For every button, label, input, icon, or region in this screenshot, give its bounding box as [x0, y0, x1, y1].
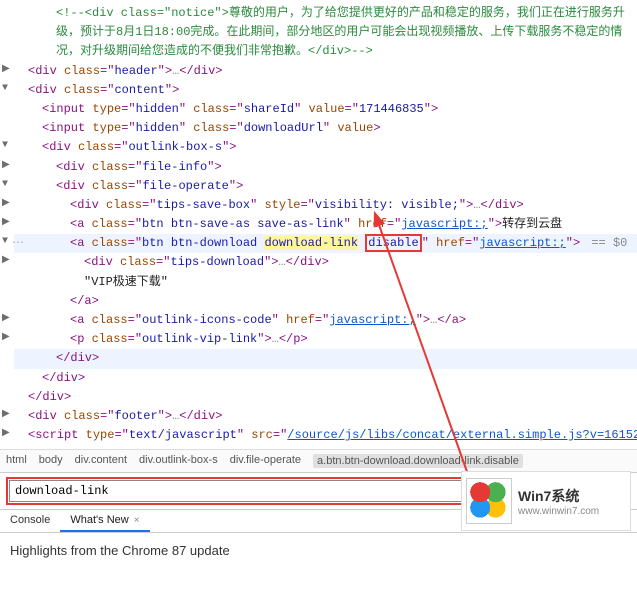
node-close-outlink[interactable]: </div>: [14, 369, 637, 388]
crumb-body[interactable]: body: [39, 454, 63, 468]
tab-console[interactable]: Console: [0, 510, 60, 532]
close-icon[interactable]: ×: [134, 515, 140, 526]
node-outlink-box[interactable]: <div class="outlink-box-s">: [14, 138, 637, 157]
breadcrumb[interactable]: html body div.content div.outlink-box-s …: [0, 449, 637, 472]
node-close-content[interactable]: </div>: [14, 388, 637, 407]
dom-tree[interactable]: <!--<div class="notice">尊敬的用户，为了给您提供更好的产…: [0, 0, 637, 449]
find-input[interactable]: [9, 480, 462, 502]
crumb-download-link[interactable]: a.btn.btn-download.download-link.disable: [313, 454, 523, 468]
node-tips-download[interactable]: <div class="tips-download">…</div>: [14, 253, 637, 272]
node-file-operate[interactable]: <div class="file-operate">: [14, 177, 637, 196]
crumb-html[interactable]: html: [6, 454, 27, 468]
node-file-info[interactable]: <div class="file-info">: [14, 158, 637, 177]
node-input-shareid[interactable]: <input type="hidden" class="shareId" val…: [14, 100, 637, 119]
selected-marker: ⋯: [12, 234, 25, 253]
node-tips-save[interactable]: <div class="tips-save-box" style="visibi…: [14, 196, 637, 215]
crumb-fileoperate[interactable]: div.file-operate: [230, 454, 301, 468]
node-vip-link[interactable]: <p class="outlink-vip-link">…</p>: [14, 330, 637, 349]
node-header[interactable]: <div class="header">…</div>: [14, 62, 637, 81]
whats-new-title: Highlights from the Chrome 87 update: [0, 533, 637, 598]
node-download-link[interactable]: ⋯ <a class="btn btn-download download-li…: [14, 234, 637, 253]
node-content[interactable]: <div class="content">: [14, 81, 637, 100]
node-input-downloadurl[interactable]: <input type="hidden" class="downloadUrl"…: [14, 119, 637, 138]
crumb-content[interactable]: div.content: [75, 454, 127, 468]
windows-icon: [466, 478, 512, 524]
node-close-a[interactable]: </a>: [14, 292, 637, 311]
crumb-outlink[interactable]: div.outlink-box-s: [139, 454, 218, 468]
node-save-link[interactable]: <a class="btn btn-save-as save-as-link" …: [14, 215, 637, 234]
node-close-fileoperate[interactable]: </div>: [14, 349, 637, 368]
tab-whats-new[interactable]: What's New ×: [60, 510, 149, 532]
html-comment: <!--<div class="notice">尊敬的用户，为了给您提供更好的产…: [14, 4, 637, 62]
node-footer[interactable]: <div class="footer">…</div>: [14, 407, 637, 426]
node-icons-code[interactable]: <a class="outlink-icons-code" href="java…: [14, 311, 637, 330]
node-vip-text[interactable]: "VIP极速下载": [14, 273, 637, 292]
node-script[interactable]: <script type="text/javascript" src="/sou…: [14, 426, 637, 445]
watermark: Win7系统www.winwin7.com: [461, 471, 631, 531]
